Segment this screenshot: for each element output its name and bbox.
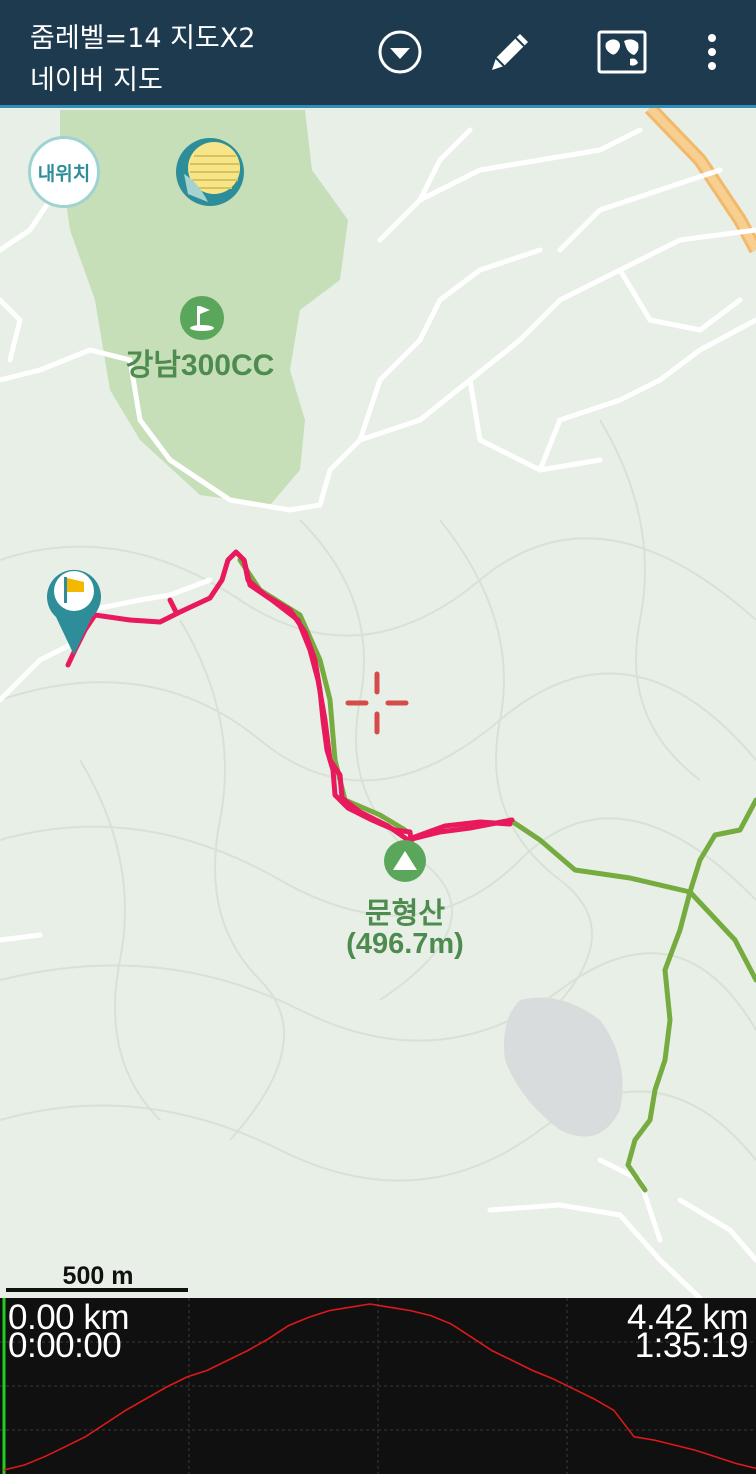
start-flag-icon: [47, 569, 102, 655]
dropdown-button[interactable]: [370, 22, 430, 82]
edit-button[interactable]: [480, 22, 540, 82]
start-time: 0:00:00: [8, 1326, 122, 1365]
peak-elevation-label: (496.7m): [346, 928, 464, 960]
scale-bar: 500 m: [6, 1262, 190, 1292]
zoom-level-title: 줌레벨=14 지도X2: [30, 23, 256, 54]
map-icon: [597, 30, 647, 74]
end-time: 1:35:19: [634, 1326, 749, 1365]
elevation-profile-panel[interactable]: 0.00 km 0:00:00 4.42 km 1:35:19: [0, 1298, 756, 1474]
scale-label: 500 m: [62, 1262, 134, 1290]
map-view[interactable]: 강남300CC 문형산 (496.7m): [0, 108, 756, 1298]
golf-icon: [180, 296, 224, 340]
crosshair-icon: [345, 671, 409, 735]
layers-icon: [176, 138, 244, 206]
mountain-icon: [384, 840, 426, 882]
more-vert-icon: [708, 34, 716, 70]
app-bar: 줌레벨=14 지도X2 네이버 지도: [0, 0, 756, 108]
layer-toggle-button[interactable]: [174, 136, 246, 208]
peak-name-label: 문형산: [364, 896, 446, 930]
dropdown-icon: [378, 30, 422, 74]
more-options-button[interactable]: [682, 22, 742, 82]
my-location-button[interactable]: 내위치: [28, 136, 100, 208]
scale-line: [6, 1288, 188, 1292]
map-mode-button[interactable]: [592, 22, 652, 82]
pencil-icon: [492, 34, 528, 70]
map-source-title: 네이버 지도: [30, 65, 163, 96]
golf-course-label: 강남300CC: [125, 349, 275, 382]
